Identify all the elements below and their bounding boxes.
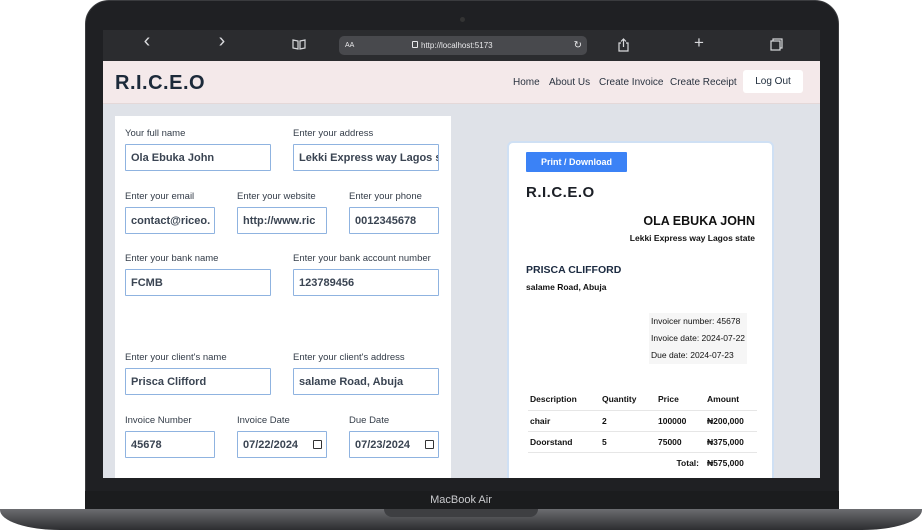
cell-amount: ₦375,000 (705, 430, 757, 452)
sender-name: OLA EBUKA JOHN (643, 214, 755, 228)
text-size-button[interactable]: AA (345, 42, 354, 49)
client-name: PRISCA CLIFFORD (526, 264, 622, 276)
print-download-button[interactable]: Print / Download (526, 152, 627, 172)
phone-label: Enter your phone (349, 191, 422, 202)
account-number-label: Enter your bank account number (293, 253, 431, 264)
client-address-field[interactable]: salame Road, Abuja (293, 368, 439, 395)
account-number-field[interactable]: 123789456 (293, 269, 439, 296)
device-label: MacBook Air (430, 494, 492, 506)
address-bar[interactable]: AA http://localhost:5173 ↻ (339, 36, 587, 55)
table-header-row: Description Quantity Price Amount (528, 389, 757, 410)
app-header: R.I.C.E.O Home About Us Create Invoice C… (103, 61, 820, 104)
bookmarks-icon[interactable] (290, 39, 308, 55)
url-text: http://localhost:5173 (421, 41, 493, 50)
column-header: Amount (707, 394, 740, 405)
invoice-preview: Print / Download R.I.C.E.O OLA EBUKA JOH… (507, 141, 774, 478)
email-label: Enter your email (125, 191, 195, 202)
sender-address: Lekki Express way Lagos state (629, 233, 755, 243)
cell-price: 100000 (656, 409, 705, 431)
client-address-label: Enter your client's address (293, 352, 405, 363)
nav-about-us[interactable]: About Us (549, 77, 590, 88)
full-name-field[interactable]: Ola Ebuka John (125, 144, 271, 171)
full-name-label: Your full name (125, 128, 186, 139)
cell-description: Doorstand (528, 430, 600, 452)
browser-toolbar: ‹ › AA http://localhost:5173 ↻ + (103, 30, 820, 61)
logout-button[interactable]: Log Out (743, 70, 803, 93)
cell-description: chair (528, 409, 600, 431)
client-address: salame Road, Abuja (526, 282, 607, 292)
invoicer-number: Invoicer number: 45678 (649, 313, 748, 330)
due-date-value: 07/23/2024 (355, 438, 411, 451)
forward-icon[interactable]: › (213, 31, 231, 51)
table-row: Doorstand 5 75000 ₦375,000 (528, 430, 757, 452)
calendar-icon[interactable] (313, 440, 322, 449)
nav-create-invoice[interactable]: Create Invoice (599, 77, 663, 88)
screen: ‹ › AA http://localhost:5173 ↻ + R.I.C.E… (103, 30, 820, 478)
invoice-logo: R.I.C.E.O (526, 184, 595, 201)
cell-amount: ₦200,000 (705, 409, 757, 431)
new-tab-icon[interactable]: + (690, 34, 708, 51)
total-value: ₦575,000 (705, 451, 757, 473)
address-field[interactable]: Lekki Express way Lagos s (293, 144, 439, 171)
column-header: Quantity (602, 394, 637, 405)
due-date-label: Due Date (349, 415, 390, 426)
total-label: Total: (528, 451, 705, 473)
lock-icon (412, 41, 418, 48)
invoice-form: Your full name Ola Ebuka John Enter your… (115, 116, 451, 478)
nav-create-receipt[interactable]: Create Receipt (670, 77, 737, 88)
invoice-date-field[interactable]: 07/22/2024 (237, 431, 327, 458)
invoice-date-label: Invoice Date (237, 415, 290, 426)
share-icon[interactable] (614, 38, 632, 55)
due-date: Due date: 2024-07-23 (649, 347, 748, 364)
back-icon[interactable]: ‹ (138, 31, 156, 51)
invoice-date-value: 07/22/2024 (243, 438, 299, 451)
invoice-number-label: Invoice Number (125, 415, 192, 426)
phone-field[interactable]: 0012345678 (349, 207, 439, 234)
column-header: Description (530, 394, 577, 405)
client-name-field[interactable]: Prisca Clifford (125, 368, 271, 395)
invoice-meta: Invoicer number: 45678 Invoice date: 202… (649, 313, 748, 364)
bank-name-label: Enter your bank name (125, 253, 219, 264)
invoice-number-field[interactable]: 45678 (125, 431, 215, 458)
tabs-overview-icon[interactable] (767, 38, 785, 54)
table-row: chair 2 100000 ₦200,000 (528, 409, 757, 431)
camera-icon (460, 17, 465, 22)
calendar-icon[interactable] (425, 440, 434, 449)
cell-quantity: 2 (600, 409, 656, 431)
reload-icon[interactable]: ↻ (574, 40, 582, 51)
cell-quantity: 5 (600, 430, 656, 452)
address-label: Enter your address (293, 128, 374, 139)
invoice-date: Invoice date: 2024-07-22 (649, 330, 748, 347)
bank-name-field[interactable]: FCMB (125, 269, 271, 296)
column-header: Price (658, 394, 679, 405)
client-name-label: Enter your client's name (125, 352, 227, 363)
total-row: Total: ₦575,000 (528, 451, 757, 473)
cell-price: 75000 (656, 430, 705, 452)
laptop-notch (384, 509, 538, 517)
app-logo[interactable]: R.I.C.E.O (115, 72, 205, 95)
items-table: Description Quantity Price Amount chair … (528, 389, 757, 473)
nav-home[interactable]: Home (513, 77, 540, 88)
website-field[interactable]: http://www.ric (237, 207, 327, 234)
email-field[interactable]: contact@riceo. (125, 207, 215, 234)
due-date-field[interactable]: 07/23/2024 (349, 431, 439, 458)
website-label: Enter your website (237, 191, 316, 202)
